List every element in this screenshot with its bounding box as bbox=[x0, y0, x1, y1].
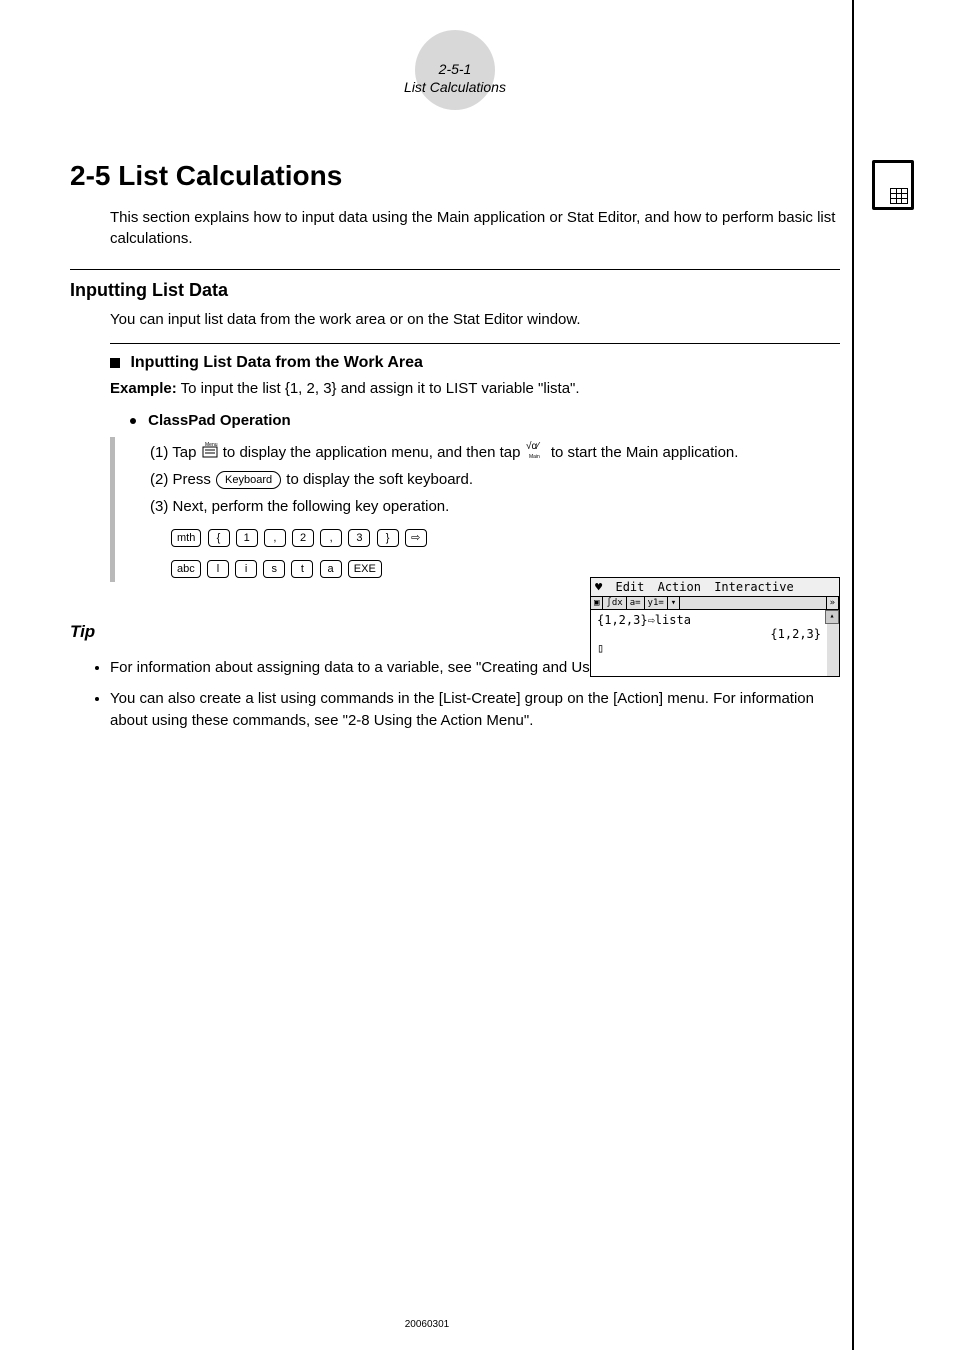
step-2: (2) Press Keyboard to display the soft k… bbox=[150, 466, 840, 493]
menubar-action: Action bbox=[658, 580, 701, 594]
menu-icon: Menu bbox=[201, 441, 219, 468]
close-brace-key: } bbox=[377, 529, 399, 547]
step-1c: to start the Main application. bbox=[551, 444, 739, 461]
step-2a: (2) Press bbox=[150, 471, 215, 488]
device-icon bbox=[872, 160, 914, 210]
section-title: 2-5 List Calculations bbox=[70, 160, 840, 192]
l-key: l bbox=[207, 560, 229, 578]
step-1: (1) Tap Menu to display the application … bbox=[150, 437, 840, 466]
toolbar-item: ▣ bbox=[591, 597, 603, 609]
screenshot-toolbar: ▣ ∫dx a= y1= ▾ » bbox=[591, 597, 839, 610]
example-text: To input the list {1, 2, 3} and assign i… bbox=[177, 380, 580, 397]
example-line: Example: To input the list {1, 2, 3} and… bbox=[110, 380, 840, 397]
svg-text:Main: Main bbox=[529, 454, 540, 459]
example-label: Example: bbox=[110, 380, 177, 397]
one-key: 1 bbox=[236, 529, 258, 547]
exe-key: EXE bbox=[348, 560, 382, 578]
toolbar-item: y1= bbox=[645, 597, 668, 609]
menubar-interactive: Interactive bbox=[714, 580, 793, 594]
comma-key: , bbox=[264, 529, 286, 547]
svg-text:Menu: Menu bbox=[205, 442, 218, 448]
toolbar-item: a= bbox=[627, 597, 645, 609]
comma-key: , bbox=[320, 529, 342, 547]
abc-key: abc bbox=[171, 560, 201, 578]
key-row-1: mth { 1 , 2 , 3 } ⇨ bbox=[170, 524, 840, 551]
result-line: {1,2,3} bbox=[597, 627, 821, 641]
main-app-icon: √α⁄ Main bbox=[525, 439, 547, 468]
right-page-border bbox=[852, 0, 854, 1350]
mth-key: mth bbox=[171, 529, 201, 547]
keyboard-key: Keyboard bbox=[216, 471, 281, 489]
screenshot-menubar: ♥ Edit Action Interactive bbox=[591, 578, 839, 597]
toolbar-more: » bbox=[827, 597, 839, 609]
input-line: {1,2,3}⇨lista bbox=[597, 613, 821, 627]
subintro: You can input list data from the work ar… bbox=[110, 311, 840, 328]
store-key: ⇨ bbox=[405, 529, 427, 547]
i-key: i bbox=[235, 560, 257, 578]
scroll-up-icon: ▴ bbox=[825, 610, 839, 624]
s-key: s bbox=[263, 560, 285, 578]
intro-text: This section explains how to input data … bbox=[110, 207, 840, 249]
block-heading: Inputting List Data from the Work Area bbox=[110, 354, 840, 372]
device-screenshot: ♥ Edit Action Interactive ▣ ∫dx a= y1= ▾… bbox=[590, 577, 840, 677]
sub-divider bbox=[110, 343, 840, 344]
operation-heading-text: ClassPad Operation bbox=[148, 412, 291, 429]
step-2b: to display the soft keyboard. bbox=[286, 471, 473, 488]
page-ref: 2-5-1 bbox=[404, 60, 506, 78]
divider bbox=[70, 269, 840, 270]
toolbar-item: ▾ bbox=[668, 597, 680, 609]
page-header-title: List Calculations bbox=[404, 78, 506, 96]
tip-item: You can also create a list using command… bbox=[110, 688, 840, 733]
step-3: (3) Next, perform the following key oper… bbox=[150, 493, 840, 520]
subheading: Inputting List Data bbox=[70, 280, 840, 301]
toolbar-spacer bbox=[680, 597, 826, 609]
toolbar-item: ∫dx bbox=[603, 597, 626, 609]
three-key: 3 bbox=[348, 529, 370, 547]
screenshot-workarea: ▴ {1,2,3}⇨lista {1,2,3} ▯ bbox=[591, 610, 839, 676]
page-header: 2-5-1 List Calculations bbox=[70, 30, 840, 120]
cursor-line: ▯ bbox=[597, 641, 821, 655]
step-1b: to display the application menu, and the… bbox=[223, 444, 525, 461]
steps-block: (1) Tap Menu to display the application … bbox=[130, 437, 840, 582]
footer-date: 20060301 bbox=[0, 1319, 854, 1330]
step-1a: (1) Tap bbox=[150, 444, 201, 461]
svg-text:√α⁄: √α⁄ bbox=[526, 440, 540, 452]
menubar-edit: Edit bbox=[615, 580, 644, 594]
t-key: t bbox=[291, 560, 313, 578]
a-key: a bbox=[320, 560, 342, 578]
menubar-logo: ♥ bbox=[595, 580, 602, 594]
left-accent-bar bbox=[110, 437, 115, 582]
block-heading-text: Inputting List Data from the Work Area bbox=[130, 354, 422, 371]
two-key: 2 bbox=[292, 529, 314, 547]
square-bullet-icon bbox=[110, 358, 120, 368]
bullet-icon bbox=[130, 418, 136, 424]
open-brace-key: { bbox=[208, 529, 230, 547]
operation-heading: ClassPad Operation bbox=[130, 412, 840, 429]
